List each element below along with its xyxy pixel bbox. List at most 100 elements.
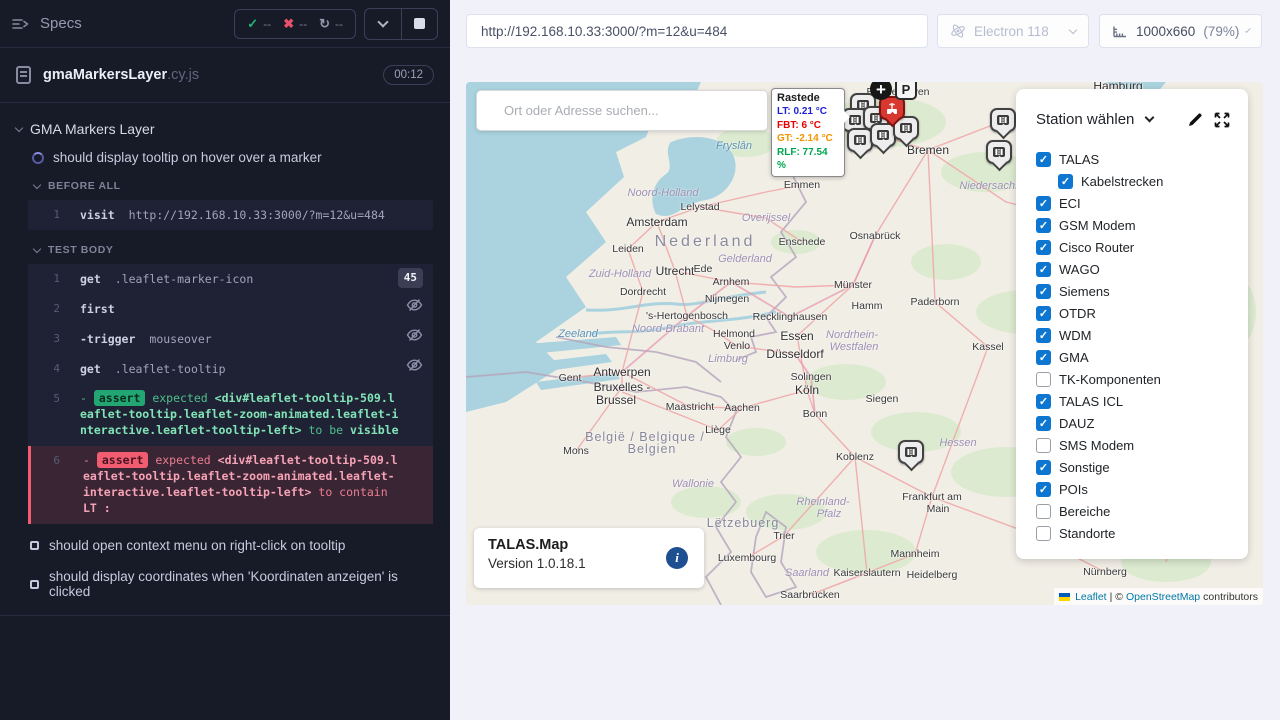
browser-selector[interactable]: Electron 118 — [937, 14, 1089, 48]
info-icon[interactable]: i — [666, 547, 688, 569]
command-number: 4 — [42, 361, 60, 377]
command-row[interactable]: 1visithttp://192.168.10.33:3000/?m=12&u=… — [28, 200, 433, 230]
command-message: .leaflet-tooltip — [115, 362, 226, 376]
station-layer-item[interactable]: TALAS — [1036, 152, 1230, 167]
runner-controls — [364, 8, 438, 40]
station-layer-item[interactable]: TALAS ICL — [1036, 394, 1230, 409]
visibility-off-icon[interactable] — [406, 298, 423, 312]
station-select-label[interactable]: Station wählen — [1036, 111, 1134, 128]
edit-pencil-icon[interactable] — [1187, 111, 1204, 128]
checkbox-checked[interactable] — [1036, 460, 1051, 475]
search-input[interactable] — [477, 103, 767, 118]
spec-row[interactable]: gmaMarkersLayer .cy.js 00:12 — [0, 48, 450, 103]
checkbox-checked[interactable] — [1036, 196, 1051, 211]
station-marker-icon[interactable] — [898, 440, 924, 464]
station-marker-icon[interactable] — [990, 108, 1016, 132]
station-layer-item[interactable]: GSM Modem — [1036, 218, 1230, 233]
station-layer-item[interactable]: Bereiche — [1036, 504, 1230, 519]
tooltip-title: Rastede — [777, 92, 839, 104]
url-bar[interactable]: http://192.168.10.33:3000/?m=12&u=484 — [466, 14, 928, 48]
station-checkbox-list: TALAS Kabelstrecken ECI GSM Modem Cisco Rout… — [1036, 152, 1230, 541]
url-text: http://192.168.10.33:3000/?m=12&u=484 — [481, 24, 727, 39]
station-layer-item[interactable]: DAUZ — [1036, 416, 1230, 431]
station-layer-item[interactable]: GMA — [1036, 350, 1230, 365]
station-layer-item[interactable]: TK-Komponenten — [1036, 372, 1230, 387]
ukraine-flag-icon — [1059, 593, 1070, 601]
tooltip-value-row: GT: -2.14 °C — [777, 132, 839, 146]
leaflet-link[interactable]: Leaflet — [1075, 591, 1107, 603]
station-layer-item[interactable]: OTDR — [1036, 306, 1230, 321]
station-layer-item[interactable]: WDM — [1036, 328, 1230, 343]
hook-test-body[interactable]: TEST BODY — [0, 236, 450, 262]
command-name: first — [80, 302, 115, 316]
checkbox-unchecked[interactable] — [1036, 526, 1051, 541]
pending-test-row[interactable]: should open context menu on right-click … — [0, 530, 450, 561]
checkbox-checked[interactable] — [1036, 240, 1051, 255]
spec-file-icon — [16, 66, 31, 84]
collapse-button[interactable] — [365, 9, 401, 39]
tooltip-value-row: RLF: 77.54 % — [777, 146, 839, 173]
assert-command-row[interactable]: 5- assert expected <div#leaflet-tooltip-… — [28, 384, 433, 446]
station-layer-item[interactable]: Standorte — [1036, 526, 1230, 541]
specs-menu-icon[interactable] — [12, 17, 30, 31]
station-layer-label: ECI — [1059, 196, 1081, 211]
test-body-commands: 1get.leaflet-marker-icon452first3-trigge… — [28, 264, 433, 524]
marker-tooltip: Rastede LT: 0.21 °CFBT: 6 °CGT: -2.14 °C… — [771, 88, 845, 177]
visibility-off-icon[interactable] — [406, 328, 423, 342]
stat-passed: ✓-- — [247, 16, 271, 32]
station-layer-item[interactable]: Kabelstrecken — [1058, 174, 1230, 189]
checkbox-checked[interactable] — [1036, 394, 1051, 409]
chevron-down-icon[interactable] — [1145, 113, 1155, 123]
station-layer-item[interactable]: POIs — [1036, 482, 1230, 497]
checkbox-checked[interactable] — [1036, 350, 1051, 365]
command-message: .leaflet-marker-icon — [115, 272, 253, 286]
stop-button[interactable] — [401, 9, 437, 39]
parking-control[interactable]: P — [895, 82, 917, 100]
chevron-down-icon — [377, 16, 388, 27]
station-layer-item[interactable]: Siemens — [1036, 284, 1230, 299]
viewport-zoom: (79%) — [1203, 24, 1239, 39]
reporter-header: Specs ✓-- ✖-- ↻-- — [0, 0, 450, 48]
station-layer-item[interactable]: Sonstige — [1036, 460, 1230, 475]
station-layer-item[interactable]: SMS Modem — [1036, 438, 1230, 453]
checkbox-unchecked[interactable] — [1036, 372, 1051, 387]
command-row[interactable]: 4get.leaflet-tooltip — [28, 354, 433, 384]
station-layer-item[interactable]: WAGO — [1036, 262, 1230, 277]
command-number: 1 — [42, 271, 60, 287]
suite-title: GMA Markers Layer — [30, 121, 154, 137]
checkbox-checked[interactable] — [1036, 218, 1051, 233]
checkbox-checked[interactable] — [1036, 284, 1051, 299]
command-row[interactable]: 1get.leaflet-marker-icon45 — [28, 264, 433, 294]
checkbox-checked[interactable] — [1036, 306, 1051, 321]
tooltip-value-row: FBT: 6 °C — [777, 119, 839, 133]
checkbox-checked[interactable] — [1036, 416, 1051, 431]
hook-before-all[interactable]: BEFORE ALL — [0, 172, 450, 198]
command-row[interactable]: 2first — [28, 294, 433, 324]
osm-link[interactable]: OpenStreetMap — [1126, 591, 1200, 603]
tooltip-values: LT: 0.21 °CFBT: 6 °CGT: -2.14 °CRLF: 77.… — [777, 105, 839, 173]
checkbox-unchecked[interactable] — [1036, 438, 1051, 453]
visibility-off-icon[interactable] — [406, 358, 423, 372]
pending-test-row[interactable]: should display coordinates when 'Koordin… — [0, 561, 450, 607]
command-number: 6 — [42, 453, 60, 469]
command-row[interactable]: 3-triggermouseover — [28, 324, 433, 354]
checkbox-unchecked[interactable] — [1036, 504, 1051, 519]
suite-row[interactable]: GMA Markers Layer — [0, 115, 450, 143]
fullscreen-icon[interactable] — [1214, 112, 1230, 128]
station-layer-item[interactable]: Cisco Router — [1036, 240, 1230, 255]
station-layer-item[interactable]: ECI — [1036, 196, 1230, 211]
station-marker-icon[interactable] — [986, 140, 1012, 164]
assert-command-row[interactable]: 6- assert expected <div#leaflet-tooltip-… — [28, 446, 433, 524]
pending-test-title: should display coordinates when 'Koordin… — [49, 569, 434, 599]
checkbox-checked[interactable] — [1036, 262, 1051, 277]
viewport-selector[interactable]: 1000x660 (79%) — [1099, 14, 1262, 48]
checkbox-checked[interactable] — [1036, 152, 1051, 167]
active-test-row[interactable]: should display tooltip on hover over a m… — [0, 143, 450, 172]
checkbox-checked[interactable] — [1058, 174, 1073, 189]
leaflet-map[interactable]: BremerhavenHamburgBremenNiedersachsenEmm… — [466, 82, 1263, 605]
before-all-commands: 1visithttp://192.168.10.33:3000/?m=12&u=… — [28, 200, 433, 230]
checkbox-checked[interactable] — [1036, 482, 1051, 497]
test-running-icon — [32, 152, 44, 164]
station-layer-label: WAGO — [1059, 262, 1100, 277]
checkbox-checked[interactable] — [1036, 328, 1051, 343]
